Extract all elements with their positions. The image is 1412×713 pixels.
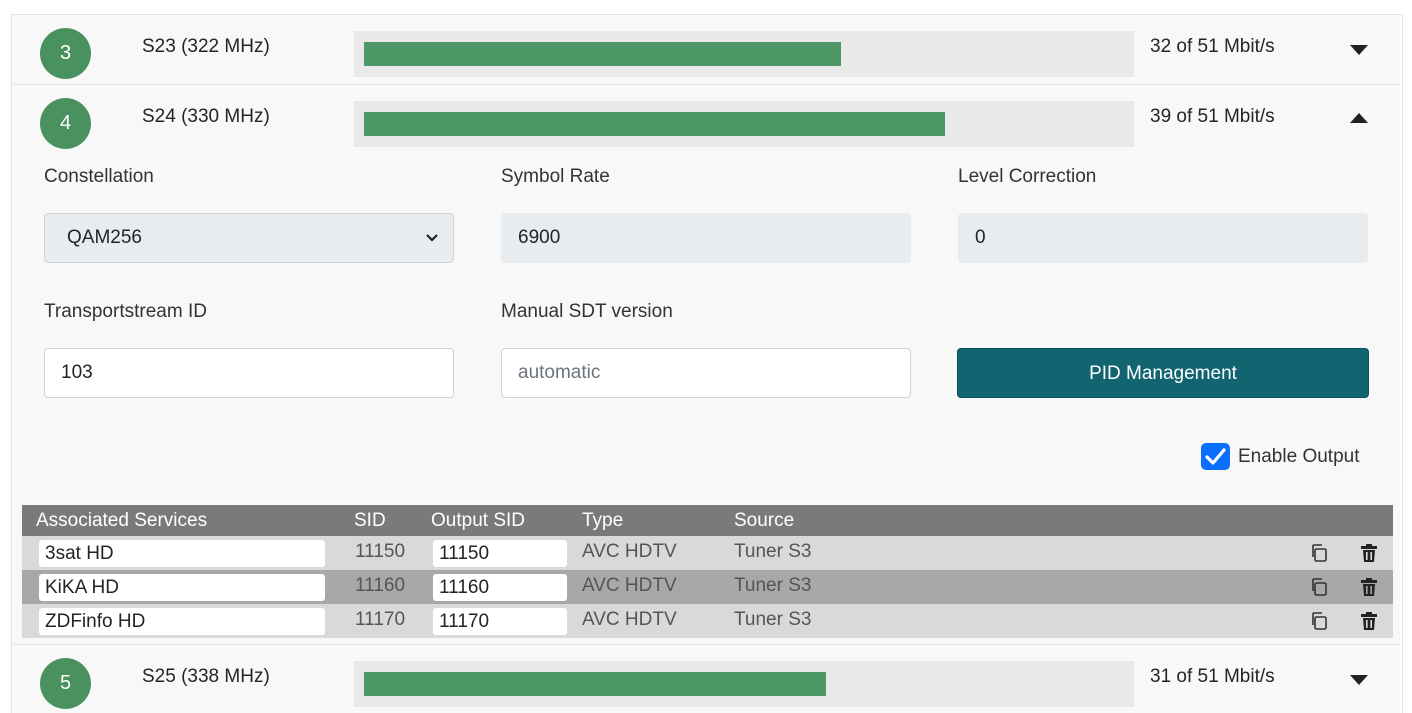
bitrate-bar-fill: [364, 42, 841, 66]
enable-output-checkbox[interactable]: [1201, 443, 1230, 470]
header-source: Source: [734, 510, 795, 531]
table-row: KiKA HD 11160 11160 AVC HDTV Tuner S3: [22, 570, 1393, 604]
bitrate-bar-fill: [364, 672, 826, 696]
table-row: ZDFinfo HD 11170 11170 AVC HDTV Tuner S3: [22, 604, 1393, 638]
caret-down-icon[interactable]: [1350, 45, 1368, 55]
symbol-rate-label: Symbol Rate: [501, 166, 610, 187]
constellation-select[interactable]: QAM256: [44, 213, 454, 263]
channel-row-4[interactable]: 4 S24 (330 MHz) 39 of 51 Mbit/s: [12, 84, 1400, 155]
constellation-label: Constellation: [44, 166, 154, 187]
output-sid-input[interactable]: 11160: [433, 574, 567, 601]
constellation-value: QAM256: [67, 227, 142, 248]
channel-row-3[interactable]: 3 S23 (322 MHz) 32 of 51 Mbit/s: [12, 14, 1400, 86]
header-type: Type: [582, 510, 624, 531]
header-sid: SID: [354, 510, 386, 531]
services-table-header: Associated Services SID Output SID Type …: [22, 505, 1393, 536]
bitrate-text: 39 of 51 Mbit/s: [1150, 106, 1275, 127]
service-type: AVC HDTV: [582, 609, 677, 630]
bitrate-bar: [354, 101, 1134, 147]
tsid-label: Transportstream ID: [44, 301, 207, 322]
service-name-input[interactable]: KiKA HD: [39, 574, 325, 601]
service-sid: 11170: [355, 609, 406, 630]
level-correction-label: Level Correction: [958, 166, 1097, 187]
bitrate-bar: [354, 31, 1134, 77]
caret-up-icon[interactable]: [1350, 113, 1368, 123]
service-name-input[interactable]: ZDFinfo HD: [39, 608, 325, 635]
channel-number-badge: 3: [40, 28, 91, 79]
channel-row-5[interactable]: 5 S25 (338 MHz) 31 of 51 Mbit/s: [12, 644, 1400, 713]
service-source: Tuner S3: [734, 541, 812, 562]
service-source: Tuner S3: [734, 609, 812, 630]
check-icon: [1205, 448, 1226, 465]
bitrate-bar: [354, 661, 1134, 707]
output-sid-input[interactable]: 11170: [433, 608, 567, 635]
channel-label: S23 (322 MHz): [142, 36, 270, 57]
pid-management-button[interactable]: PID Management: [957, 348, 1369, 398]
header-output-sid: Output SID: [431, 510, 525, 531]
service-sid: 11150: [355, 541, 406, 562]
channel-label: S25 (338 MHz): [142, 666, 270, 687]
service-type: AVC HDTV: [582, 541, 677, 562]
level-correction-field[interactable]: 0: [958, 213, 1368, 263]
chevron-down-icon: [425, 227, 439, 249]
sdt-version-label: Manual SDT version: [501, 301, 673, 322]
bitrate-text: 32 of 51 Mbit/s: [1150, 36, 1275, 57]
service-name-input[interactable]: 3sat HD: [39, 540, 325, 567]
channel-number-badge: 4: [40, 98, 91, 149]
table-row: 3sat HD 11150 11150 AVC HDTV Tuner S3: [22, 536, 1393, 570]
enable-output-label: Enable Output: [1238, 446, 1360, 467]
caret-down-icon[interactable]: [1350, 675, 1368, 685]
trash-icon[interactable]: [1360, 611, 1378, 631]
trash-icon[interactable]: [1360, 543, 1378, 563]
copy-icon[interactable]: [1309, 543, 1329, 563]
copy-icon[interactable]: [1309, 577, 1329, 597]
channel-label: S24 (330 MHz): [142, 106, 270, 127]
tsid-field[interactable]: 103: [44, 348, 454, 398]
header-associated-services: Associated Services: [36, 510, 208, 531]
service-type: AVC HDTV: [582, 575, 677, 596]
channel-number-badge: 5: [40, 658, 91, 709]
output-sid-input[interactable]: 11150: [433, 540, 567, 567]
bitrate-text: 31 of 51 Mbit/s: [1150, 666, 1275, 687]
symbol-rate-field[interactable]: 6900: [501, 213, 911, 263]
trash-icon[interactable]: [1360, 577, 1378, 597]
sdt-version-field[interactable]: automatic: [501, 348, 911, 398]
service-source: Tuner S3: [734, 575, 812, 596]
copy-icon[interactable]: [1309, 611, 1329, 631]
services-table: Associated Services SID Output SID Type …: [22, 505, 1393, 638]
service-sid: 11160: [355, 575, 406, 596]
bitrate-bar-fill: [364, 112, 945, 136]
